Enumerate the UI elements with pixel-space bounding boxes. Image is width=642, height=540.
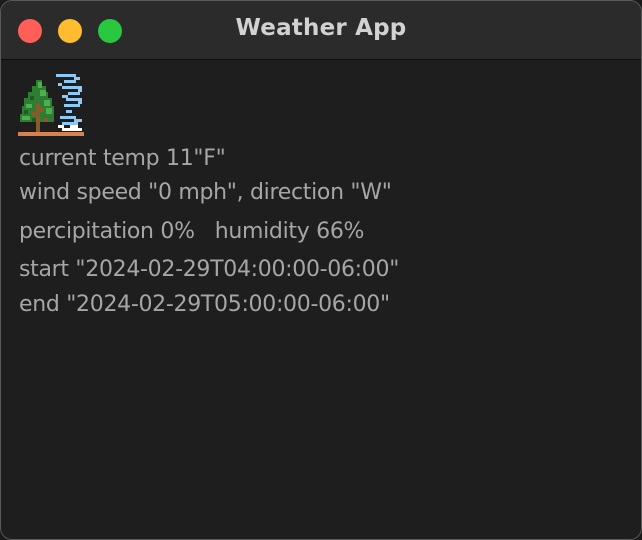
weather-content: current temp 11"F" wind speed "0 mph", d…: [1, 60, 641, 539]
tree-wind-icon: [18, 74, 84, 136]
humidity-text: humidity 66%: [214, 219, 365, 244]
current-temp-text: current temp 11"F": [19, 146, 226, 171]
title-bar[interactable]: Weather App: [1, 1, 641, 60]
start-time-text: start "2024-02-29T04:00:00-06:00": [19, 257, 400, 282]
end-time-text: end "2024-02-29T05:00:00-06:00": [19, 292, 390, 317]
precip-humidity-row: percipitation 0% humidity 66%: [19, 219, 364, 244]
window-title: Weather App: [235, 15, 407, 41]
wind-text: wind speed "0 mph", direction "W": [19, 180, 392, 205]
weather-app-window: Weather App current temp 11"F" wind spee…: [0, 0, 642, 540]
precipitation-text: percipitation 0%: [19, 219, 195, 244]
